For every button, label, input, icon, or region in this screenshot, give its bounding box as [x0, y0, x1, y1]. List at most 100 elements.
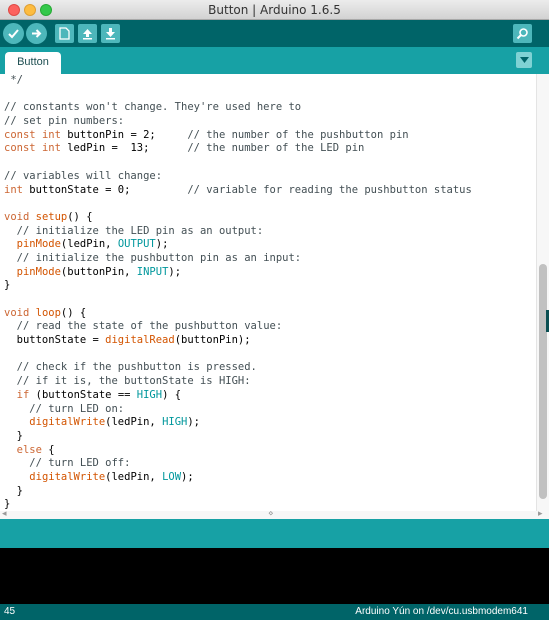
code-token: } [4, 429, 23, 442]
code-token: */ [4, 74, 23, 86]
code-token: ); [168, 265, 182, 278]
tab-menu-button[interactable] [516, 52, 532, 68]
code-token: pinMode [16, 265, 61, 278]
code-token: (buttonPin, [60, 265, 137, 278]
code-token: // turn LED off: [29, 457, 131, 470]
code-token: buttonState = [4, 334, 106, 347]
code-line[interactable] [4, 197, 536, 211]
tab-button-sketch[interactable]: Button [5, 52, 61, 74]
code-line[interactable] [4, 293, 536, 307]
code-token: pinMode [16, 238, 61, 251]
code-token: OUTPUT [117, 238, 156, 251]
code-line[interactable]: buttonState = digitalRead(buttonPin); [4, 334, 536, 348]
code-token: int [4, 183, 23, 196]
code-line[interactable]: // if it is, the buttonState is HIGH: [4, 375, 536, 389]
code-line[interactable]: } [4, 279, 536, 293]
code-line[interactable] [4, 156, 536, 170]
code-token: // turn LED on: [29, 402, 125, 415]
code-line[interactable]: // check if the pushbutton is pressed. [4, 361, 536, 375]
vertical-scrollbar[interactable] [536, 74, 549, 511]
scroll-left-icon[interactable]: ◂ [2, 508, 7, 519]
upload-button[interactable] [26, 23, 47, 44]
code-token: (buttonState == [29, 388, 137, 401]
code-token: const [4, 128, 36, 141]
code-editor[interactable]: */ // constants won't change. They're use… [0, 74, 536, 511]
open-button[interactable] [78, 24, 97, 43]
code-line[interactable]: */ [4, 74, 536, 88]
code-token: // variable for reading the pushbutton s… [187, 183, 472, 196]
code-line[interactable]: void setup() { [4, 211, 536, 225]
code-token: // initialize the pushbutton pin as an i… [16, 251, 302, 264]
code-line[interactable]: // constants won't change. They're used … [4, 101, 536, 115]
horizontal-scrollbar[interactable]: ◂ ⋄ ▸ [0, 508, 549, 519]
code-token: if [16, 388, 30, 401]
console-output[interactable] [0, 548, 549, 604]
code-token: ledPin = 13; [60, 142, 188, 155]
code-line[interactable]: const int buttonPin = 2; // the number o… [4, 129, 536, 143]
code-token: } [4, 279, 11, 292]
serial-monitor-button[interactable] [513, 24, 532, 43]
code-token: // initialize the LED pin as an output: [16, 224, 264, 237]
code-line[interactable]: digitalWrite(ledPin, LOW); [4, 471, 536, 485]
code-line[interactable]: digitalWrite(ledPin, HIGH); [4, 416, 536, 430]
code-token: ); [187, 416, 201, 429]
code-line[interactable]: const int ledPin = 13; // the number of … [4, 142, 536, 156]
code-line[interactable]: // read the state of the pushbutton valu… [4, 320, 536, 334]
vertical-scroll-thumb[interactable] [539, 264, 547, 499]
code-line[interactable]: pinMode(buttonPin, INPUT); [4, 266, 536, 280]
new-file-icon [59, 27, 70, 40]
code-text[interactable]: */ // constants won't change. They're use… [0, 74, 536, 511]
code-line[interactable] [4, 88, 536, 102]
triangle-down-icon [519, 57, 529, 63]
code-line[interactable]: } [4, 485, 536, 499]
verify-button[interactable] [3, 23, 24, 44]
code-token: digitalWrite [29, 416, 106, 429]
code-line[interactable]: else { [4, 444, 536, 458]
code-line[interactable]: // turn LED on: [4, 403, 536, 417]
code-line[interactable]: // initialize the pushbutton pin as an i… [4, 252, 536, 266]
code-token: ); [155, 238, 169, 251]
save-arrow-down-icon [106, 28, 115, 40]
code-token: } [4, 484, 23, 497]
open-arrow-up-icon [83, 29, 92, 40]
code-line[interactable] [4, 348, 536, 362]
code-line[interactable]: // turn LED off: [4, 457, 536, 471]
code-token: digitalRead [105, 334, 175, 347]
code-token: setup [35, 210, 68, 223]
code-line[interactable]: pinMode(ledPin, OUTPUT); [4, 238, 536, 252]
scroll-right-icon[interactable]: ▸ [538, 508, 543, 519]
title-bar: Button | Arduino 1.6.5 [0, 0, 549, 20]
code-line[interactable]: // initialize the LED pin as an output: [4, 225, 536, 239]
code-token: HIGH [162, 416, 188, 429]
console-message-bar [0, 519, 549, 548]
code-token: buttonState = 0; [22, 183, 188, 196]
status-bar: 45 Arduino Yún on /dev/cu.usbmodem641 [0, 604, 549, 620]
arrow-right-icon [32, 29, 42, 38]
code-line[interactable]: // set pin numbers: [4, 115, 536, 129]
code-line[interactable]: void loop() { [4, 307, 536, 321]
new-button[interactable] [55, 24, 74, 43]
code-token: loop [35, 306, 61, 319]
save-button[interactable] [101, 24, 120, 43]
line-number: 45 [4, 606, 16, 617]
magnifier-icon [516, 28, 528, 40]
code-token: // the number of the pushbutton pin [187, 128, 409, 141]
code-line[interactable]: int buttonState = 0; // variable for rea… [4, 184, 536, 198]
code-token: buttonPin = 2; [60, 128, 188, 141]
code-line[interactable]: } [4, 430, 536, 444]
code-line[interactable]: if (buttonState == HIGH) { [4, 389, 536, 403]
code-line[interactable]: // variables will change: [4, 170, 536, 184]
scroll-grip-icon[interactable]: ⋄ [268, 508, 274, 519]
code-token: // if it is, the buttonState is HIGH: [16, 375, 251, 388]
